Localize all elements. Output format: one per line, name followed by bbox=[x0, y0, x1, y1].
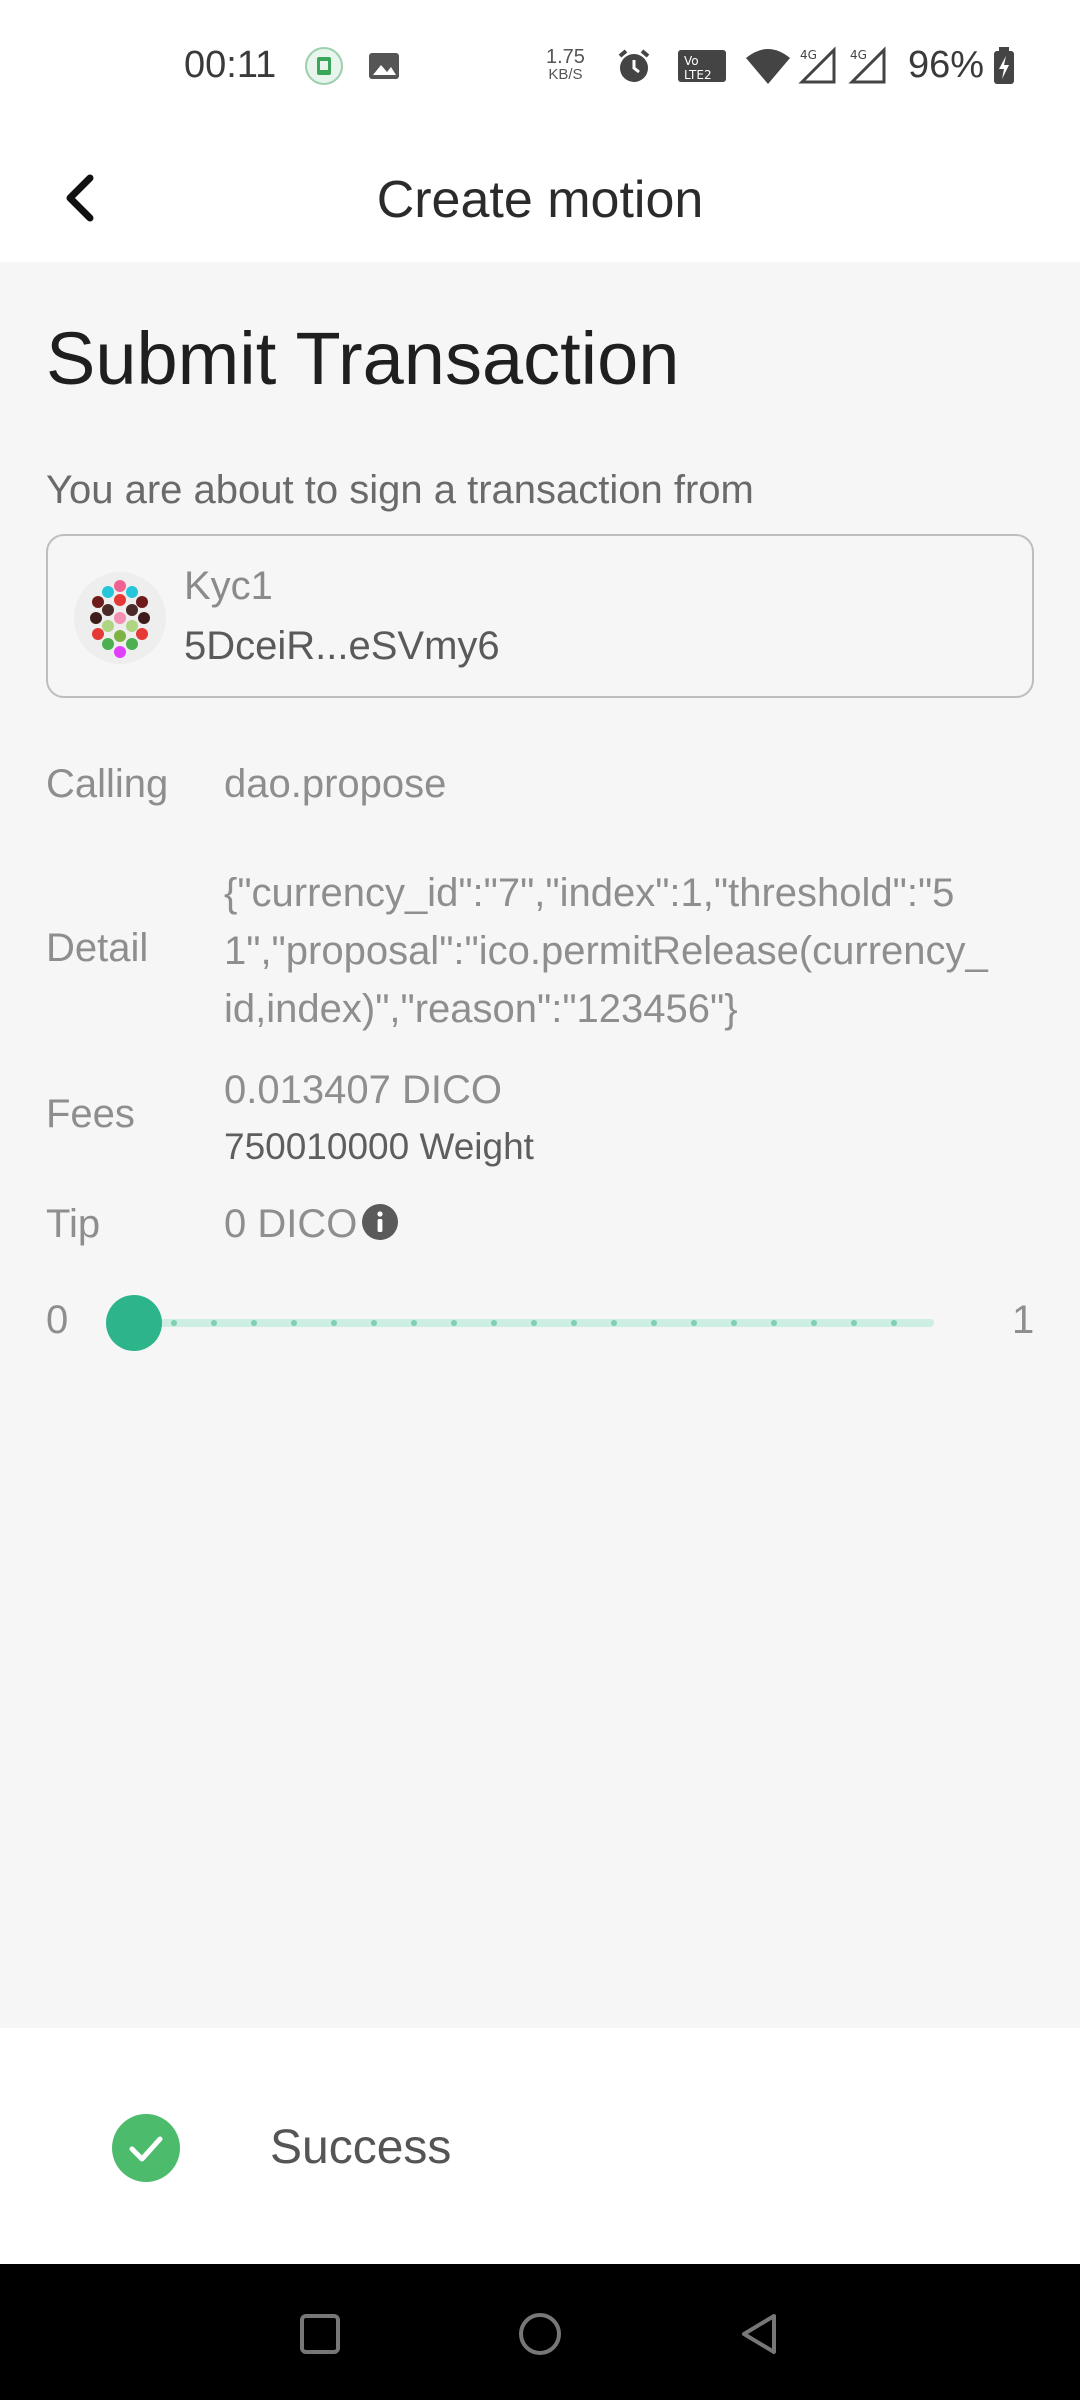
slider-tick bbox=[651, 1320, 657, 1326]
signal-4g-icon: 4G bbox=[798, 46, 836, 84]
calling-label: Calling bbox=[46, 762, 169, 806]
signal-4g-icon: 4G bbox=[848, 46, 886, 84]
slider-tick bbox=[571, 1320, 577, 1326]
slider-tick bbox=[851, 1320, 857, 1326]
volte-icon: Vo LTE2 bbox=[678, 50, 726, 82]
back-nav-icon[interactable] bbox=[730, 2304, 790, 2364]
transaction-panel: Submit Transaction You are about to sign… bbox=[0, 262, 1080, 2028]
slider-tick bbox=[611, 1320, 617, 1326]
success-toast: Success bbox=[0, 2028, 1080, 2264]
net-speed: 1.75 KB/S bbox=[546, 46, 585, 84]
tip-value-row: 0 DICO bbox=[224, 1202, 399, 1247]
image-icon bbox=[369, 53, 399, 79]
slider-tick bbox=[251, 1320, 257, 1326]
tip-slider[interactable] bbox=[104, 1292, 954, 1354]
slider-max-label: 1 bbox=[1012, 1298, 1035, 1342]
status-bar: 00:11 1.75 KB/S Vo LTE2 4G 4G 96% bbox=[0, 0, 1080, 136]
fees-amount: 0.013407 DICO bbox=[224, 1068, 502, 1112]
sim-app-icon bbox=[305, 47, 343, 85]
slider-thumb bbox=[106, 1295, 162, 1351]
slider-min-label: 0 bbox=[46, 1298, 69, 1342]
slider-tick bbox=[811, 1320, 817, 1326]
detail-value: {"currency_id":"7","index":1,"threshold"… bbox=[224, 871, 988, 1031]
status-time: 00:11 bbox=[184, 44, 277, 86]
fees-label: Fees bbox=[46, 1092, 135, 1136]
intro-text: You are about to sign a transaction from bbox=[46, 468, 754, 512]
success-text: Success bbox=[270, 2121, 452, 2174]
alarm-icon bbox=[618, 49, 650, 82]
recent-apps-icon[interactable] bbox=[290, 2304, 350, 2364]
slider-tick bbox=[691, 1320, 697, 1326]
check-circle-icon bbox=[112, 2114, 180, 2182]
slider-tick bbox=[451, 1320, 457, 1326]
app-bar: Create motion bbox=[0, 136, 1080, 262]
tip-value: 0 DICO bbox=[224, 1202, 358, 1246]
wifi-icon bbox=[746, 49, 790, 84]
calling-value: dao.propose bbox=[224, 762, 447, 806]
slider-tick bbox=[411, 1320, 417, 1326]
identicon-avatar bbox=[74, 572, 166, 664]
detail-label: Detail bbox=[46, 926, 149, 970]
system-nav-bar bbox=[0, 2264, 1080, 2400]
sender-account-card[interactable]: Kyc1 5DceiR...eSVmy6 bbox=[46, 534, 1034, 698]
submit-transaction-heading: Submit Transaction bbox=[46, 317, 680, 400]
slider-tick bbox=[891, 1320, 897, 1326]
slider-tick bbox=[171, 1320, 177, 1326]
slider-tick bbox=[531, 1320, 537, 1326]
slider-tick bbox=[291, 1320, 297, 1326]
account-address: 5DceiR...eSVmy6 bbox=[184, 624, 500, 668]
net-speed-value: 1.75 bbox=[546, 46, 585, 68]
account-name: Kyc1 bbox=[184, 564, 273, 608]
svg-text:Vo: Vo bbox=[684, 54, 699, 68]
svg-text:4G: 4G bbox=[800, 48, 817, 62]
svg-text:4G: 4G bbox=[850, 48, 867, 62]
slider-tick bbox=[491, 1320, 497, 1326]
svg-text:LTE2: LTE2 bbox=[684, 68, 712, 82]
fees-weight: 750010000 Weight bbox=[224, 1126, 534, 1167]
slider-tick bbox=[211, 1320, 217, 1326]
home-icon[interactable] bbox=[510, 2304, 570, 2364]
battery-percent: 96% bbox=[908, 44, 985, 86]
info-icon[interactable] bbox=[361, 1203, 399, 1241]
slider-tick bbox=[331, 1320, 337, 1326]
page-title: Create motion bbox=[376, 171, 704, 229]
battery-charging-icon bbox=[994, 47, 1014, 84]
tip-label: Tip bbox=[46, 1202, 101, 1246]
slider-tick bbox=[371, 1320, 377, 1326]
slider-tick bbox=[731, 1320, 737, 1326]
slider-tick bbox=[771, 1320, 777, 1326]
net-speed-unit: KB/S bbox=[548, 66, 583, 83]
screen: 00:11 1.75 KB/S Vo LTE2 4G 4G 96% Create… bbox=[0, 0, 1080, 2400]
